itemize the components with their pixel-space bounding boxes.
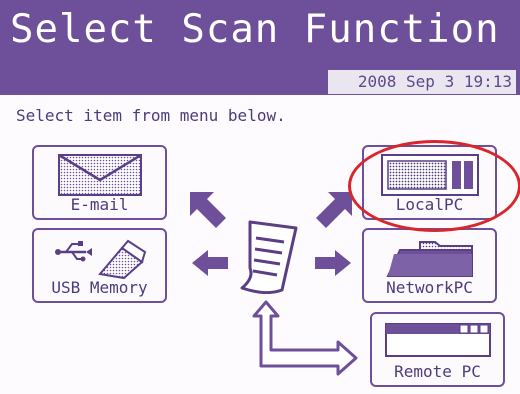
window-icon — [384, 322, 492, 362]
highlight-circle — [348, 140, 520, 232]
envelope-icon — [57, 153, 143, 201]
remote-pc-button[interactable]: Remote PC — [370, 312, 505, 387]
usb-icon — [52, 236, 148, 284]
folder-icon — [380, 236, 480, 284]
header-bar: Select Scan Function 2008 Sep 3 19:13 — [0, 0, 520, 95]
arrow-to-usb-icon — [190, 248, 230, 282]
arrow-to-local-pc-icon — [314, 190, 354, 234]
network-pc-button[interactable]: NetworkPC — [362, 228, 497, 303]
datetime-display: 2008 Sep 3 19:13 — [328, 70, 516, 94]
arrow-to-remote-pc-icon — [250, 300, 362, 380]
email-button-label: E-mail — [70, 195, 129, 214]
scanner-panel: Select Scan Function 2008 Sep 3 19:13 Se… — [0, 0, 520, 394]
page-title: Select Scan Function — [10, 7, 500, 52]
instruction-text: Select item from menu below. — [16, 106, 286, 125]
arrow-to-email-icon — [188, 190, 228, 234]
remote-pc-button-label: Remote PC — [394, 362, 481, 381]
email-button[interactable]: E-mail — [32, 145, 167, 220]
usb-memory-button-label: USB Memory — [51, 278, 148, 297]
network-pc-button-label: NetworkPC — [386, 278, 473, 297]
arrow-to-network-pc-icon — [313, 248, 353, 282]
document-icon — [236, 218, 304, 298]
usb-memory-button[interactable]: USB Memory — [32, 228, 167, 303]
